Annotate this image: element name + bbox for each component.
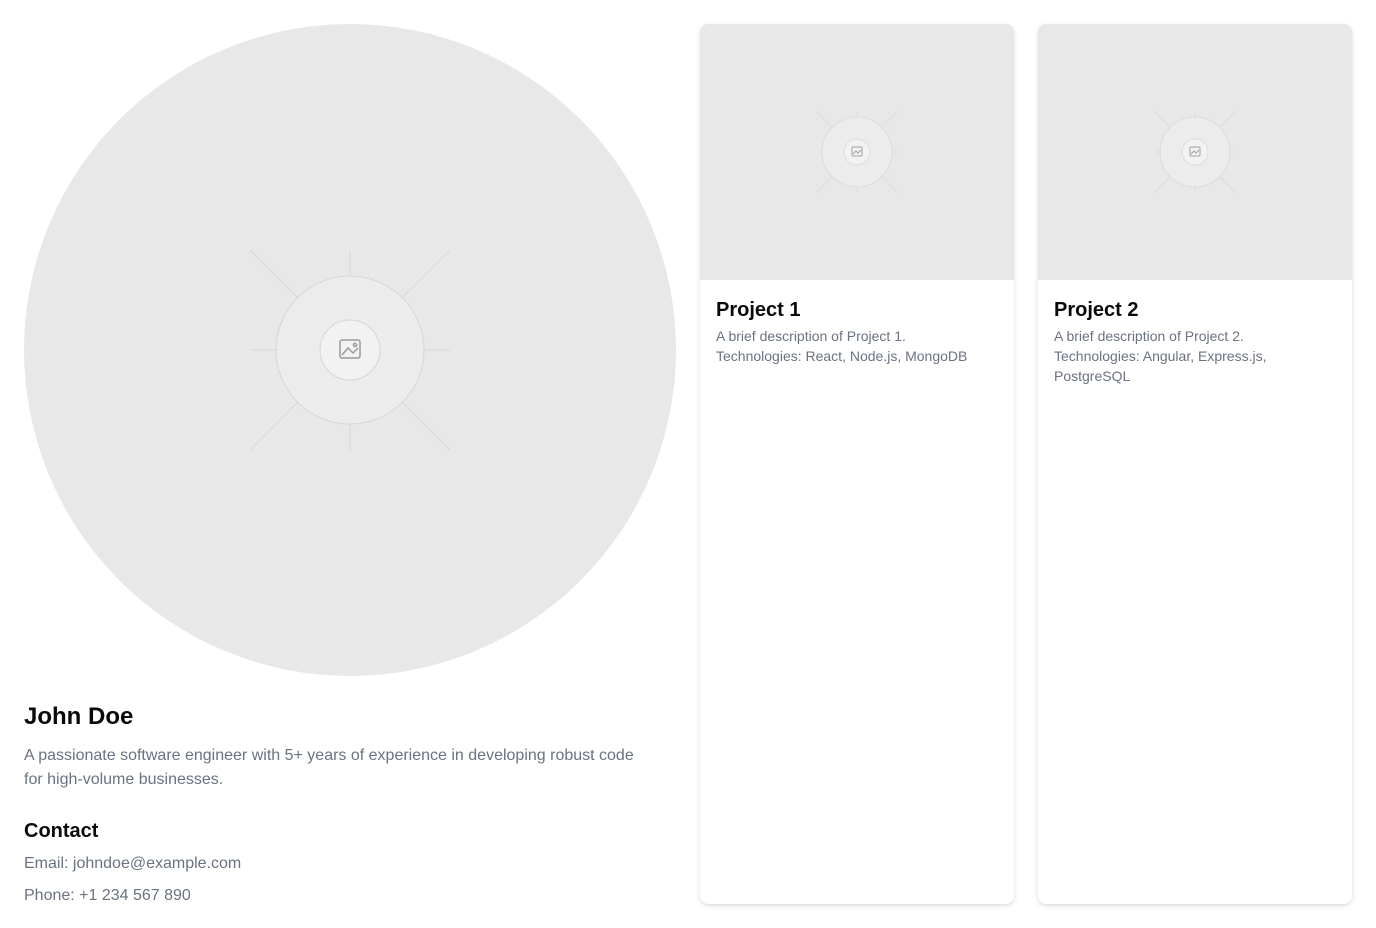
project-title: Project 1 <box>716 299 801 321</box>
image-placeholder-icon <box>816 111 898 193</box>
contact-phone: Phone: +1 234 567 890 <box>24 887 191 904</box>
image-placeholder-icon <box>249 249 451 451</box>
profile-section: John Doe A passionate software engineer … <box>24 24 676 908</box>
profile-avatar <box>24 24 676 676</box>
contact-heading: Contact <box>24 820 99 842</box>
project-technologies: Technologies: React, Node.js, MongoDB <box>716 348 968 364</box>
project-image <box>1038 24 1352 280</box>
portfolio-page: John Doe A passionate software engineer … <box>0 0 1376 928</box>
project-technologies: Technologies: Angular, Express.js, Postg… <box>1054 348 1267 384</box>
project-description: A brief description of Project 2. <box>1054 328 1244 344</box>
project-card-body: Project 2 A brief description of Project… <box>1038 280 1352 386</box>
project-card-body: Project 1 A brief description of Project… <box>700 280 1014 366</box>
project-card[interactable]: Project 1 A brief description of Project… <box>700 24 1014 904</box>
image-placeholder-icon <box>1154 111 1236 193</box>
profile-bio: A passionate software engineer with 5+ y… <box>24 747 634 788</box>
project-image <box>700 24 1014 280</box>
project-card[interactable]: Project 2 A brief description of Project… <box>1038 24 1352 904</box>
profile-name: John Doe <box>24 703 134 730</box>
project-description: A brief description of Project 1. <box>716 328 906 344</box>
project-title: Project 2 <box>1054 299 1139 321</box>
contact-email: Email: johndoe@example.com <box>24 855 242 872</box>
